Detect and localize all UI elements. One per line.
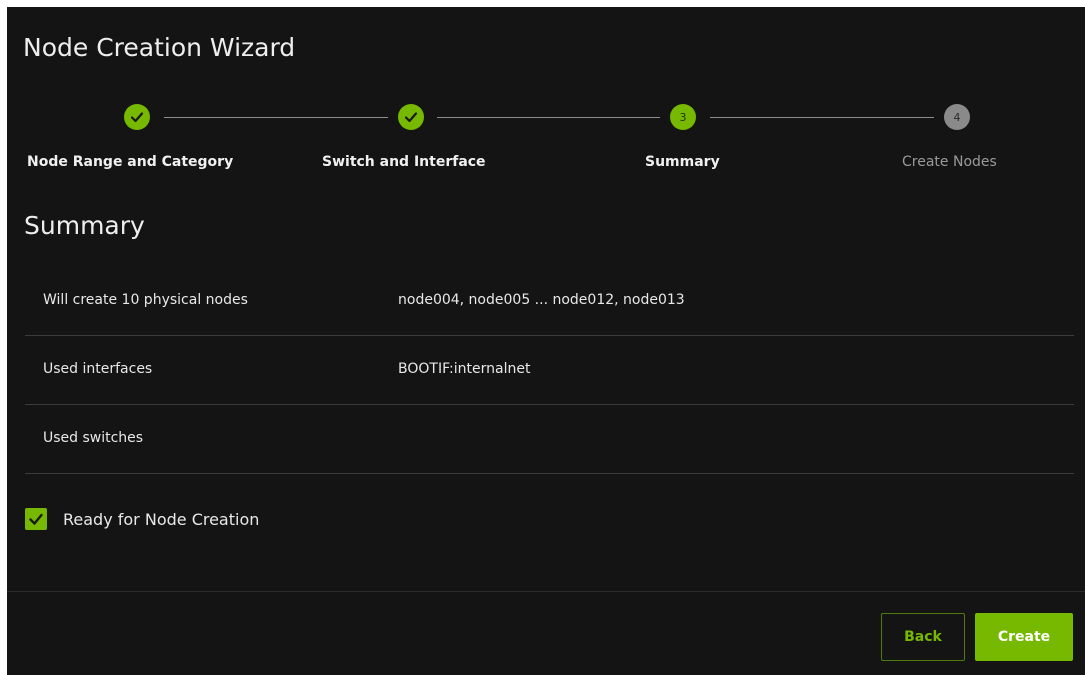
check-icon xyxy=(130,112,144,123)
step-connector xyxy=(164,117,388,118)
summary-row-switches: Used switches xyxy=(25,406,1074,474)
step-1-completed-indicator xyxy=(124,104,150,130)
step-connector xyxy=(710,117,934,118)
step-4-pending-indicator: 4 xyxy=(944,104,970,130)
row-value: node004, node005 ... node012, node013 xyxy=(398,292,685,308)
back-button[interactable]: Back xyxy=(881,613,965,661)
ready-checkbox[interactable] xyxy=(25,508,47,530)
row-value: BOOTIF:internalnet xyxy=(398,361,531,377)
step-number: 4 xyxy=(953,110,961,124)
step-label-summary: Summary xyxy=(645,154,720,170)
step-label-create-nodes: Create Nodes xyxy=(902,154,997,170)
step-3-current-indicator: 3 xyxy=(670,104,696,130)
summary-row-interfaces: Used interfaces BOOTIF:internalnet xyxy=(25,337,1074,405)
step-label-switch-interface: Switch and Interface xyxy=(322,154,486,170)
step-number: 3 xyxy=(679,110,687,124)
summary-heading: Summary xyxy=(24,211,145,240)
step-connector xyxy=(437,117,660,118)
create-button[interactable]: Create xyxy=(975,613,1073,661)
row-label: Used interfaces xyxy=(43,361,153,377)
step-label-node-range: Node Range and Category xyxy=(27,154,234,170)
footer-divider xyxy=(7,591,1085,592)
step-2-completed-indicator xyxy=(398,104,424,130)
ready-checkbox-label[interactable]: Ready for Node Creation xyxy=(63,510,259,529)
summary-row-nodes: Will create 10 physical nodes node004, n… xyxy=(25,268,1074,336)
row-label: Used switches xyxy=(43,430,144,446)
ready-for-node-creation-option[interactable]: Ready for Node Creation xyxy=(25,507,259,531)
row-label: Will create 10 physical nodes xyxy=(43,292,248,308)
dialog-title: Node Creation Wizard xyxy=(23,33,296,62)
check-icon xyxy=(29,513,43,525)
check-icon xyxy=(404,112,418,123)
node-creation-wizard-dialog: Node Creation Wizard 3 4 Node Range and … xyxy=(7,7,1085,675)
